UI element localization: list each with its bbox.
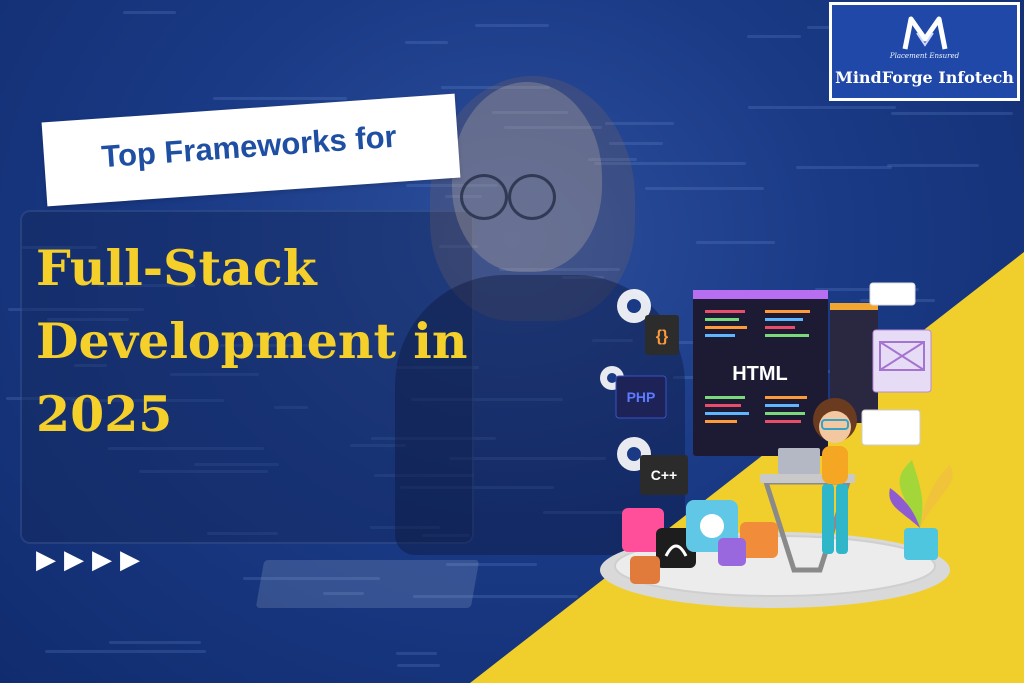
logo-name: MindForge Infotech <box>835 68 1014 87</box>
logo-tagline: Placement Ensured <box>889 52 960 60</box>
code-line-decoration <box>696 241 775 244</box>
code-line-decoration <box>123 11 176 14</box>
code-line-decoration <box>645 187 764 190</box>
code-line-decoration <box>109 641 201 644</box>
code-window-card <box>861 409 921 446</box>
code-line-decoration <box>747 35 801 38</box>
title-line-1: Full-Stack <box>36 239 317 297</box>
promo-banner: Top Frameworks for Full-Stack Developmen… <box>0 0 1024 683</box>
code-line-decoration <box>748 106 896 109</box>
keyboard-background <box>255 560 480 608</box>
glasses-right-lens <box>508 174 556 220</box>
character-leg <box>836 484 848 554</box>
title-line-2: Development in <box>36 312 468 370</box>
code-screen-header <box>693 290 828 299</box>
character-leg <box>822 484 834 554</box>
code-line-decoration <box>396 652 437 655</box>
code-line-decoration <box>605 122 674 125</box>
title-line-3: 2025 <box>36 385 173 443</box>
arrow-right-icon: ▶ <box>64 545 84 575</box>
arrow-right-icon: ▶ <box>36 545 56 575</box>
code-line-decoration <box>213 97 347 100</box>
character-face <box>819 411 851 443</box>
code-line-decoration <box>45 650 206 653</box>
company-logo: Placement Ensured MindForge Infotech <box>829 2 1020 101</box>
arrow-right-icon: ▶ <box>120 545 140 575</box>
arrow-row: ▶ ▶ ▶ ▶ <box>36 547 140 573</box>
arrow-right-icon: ▶ <box>92 545 112 575</box>
developer-illustration: HTML {} PHP C++ <box>590 270 1010 615</box>
glasses-left-lens <box>460 174 508 220</box>
braces-label: {} <box>656 328 668 345</box>
logo-panel: Placement Ensured MindForge Infotech <box>832 5 1017 98</box>
code-tag-card <box>869 282 916 306</box>
cpp-label: C++ <box>651 467 677 483</box>
profile-app-icon <box>718 538 746 566</box>
code-line-decoration <box>397 664 440 667</box>
character-shirt <box>822 446 848 484</box>
mindforge-monogram-icon <box>902 16 948 50</box>
php-label: PHP <box>627 389 656 405</box>
image-card <box>872 329 932 393</box>
code-line-decoration <box>796 166 892 169</box>
code-line-decoration <box>405 41 448 44</box>
html-label: HTML <box>732 363 788 385</box>
code-line-decoration <box>891 112 1013 115</box>
code-line-decoration <box>887 164 979 167</box>
image-app-icon <box>630 556 660 584</box>
illustration-svg: HTML {} PHP C++ <box>600 282 953 608</box>
code-line-decoration <box>475 24 549 27</box>
main-title: Full-Stack Development in 2025 <box>36 232 596 451</box>
laptop <box>778 448 820 474</box>
